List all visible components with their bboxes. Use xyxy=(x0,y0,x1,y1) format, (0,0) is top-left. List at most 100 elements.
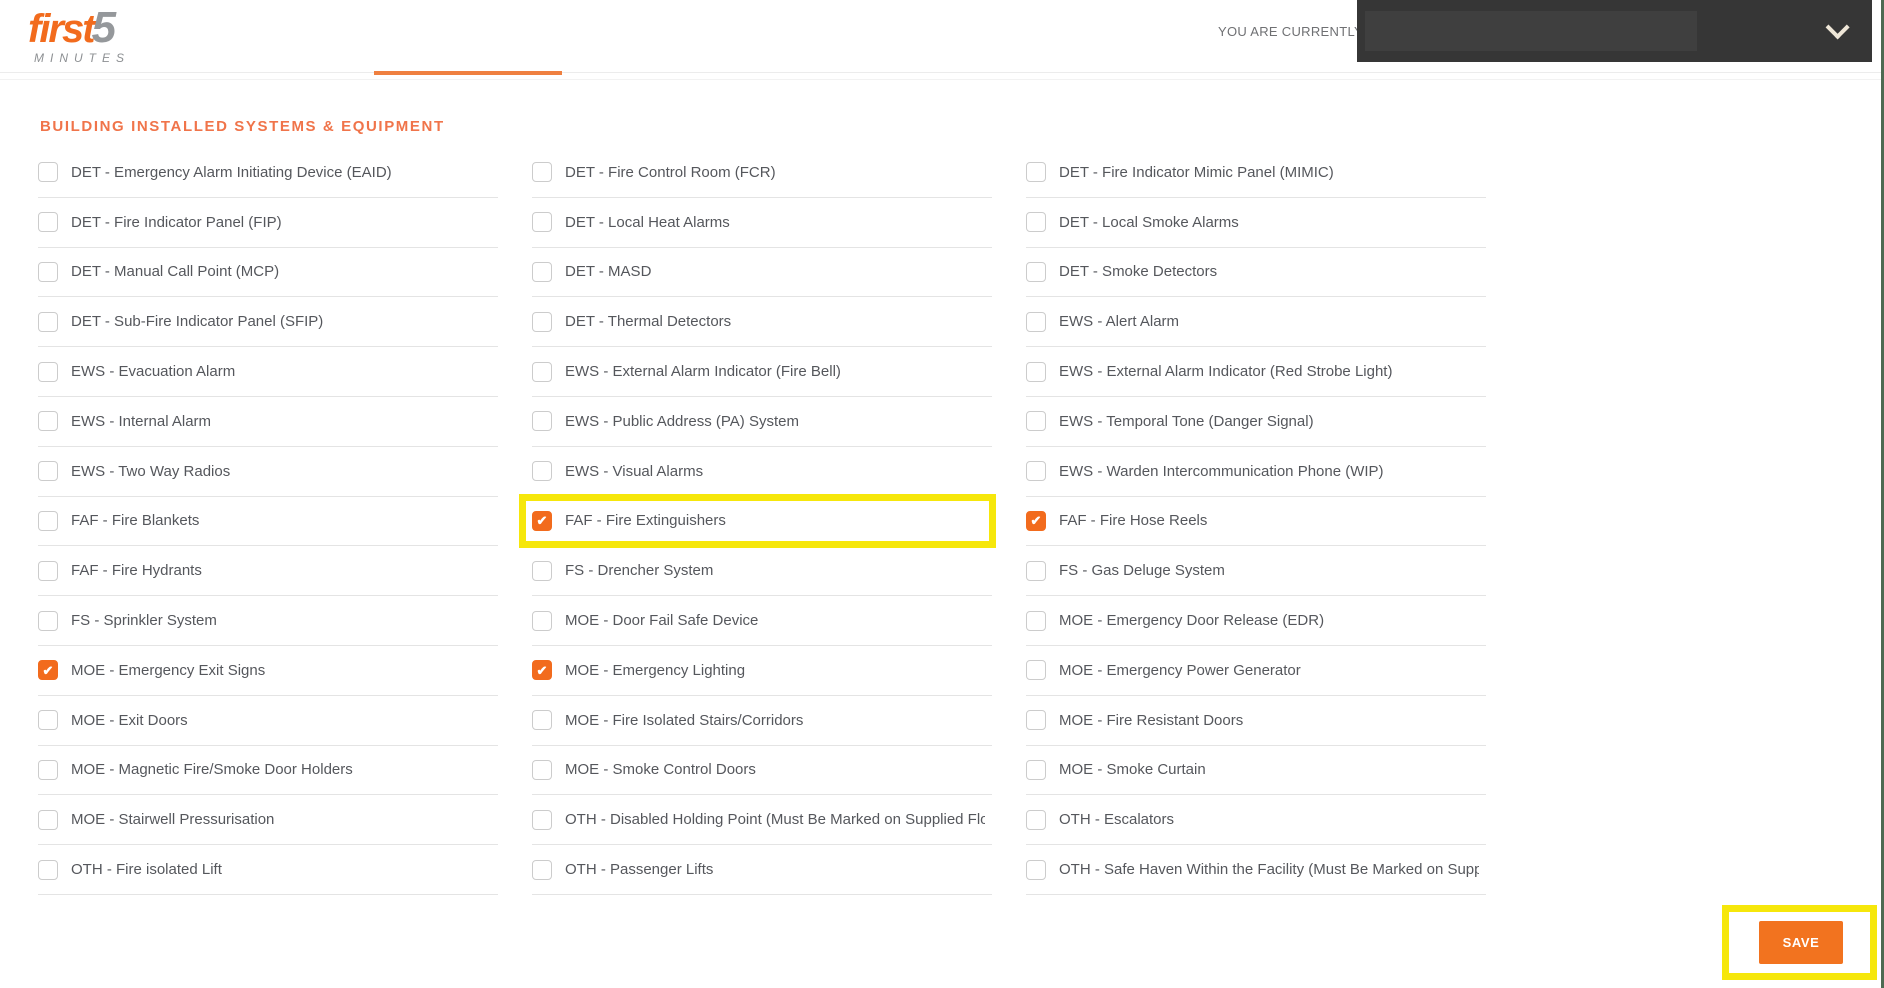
equipment-row-highlighted: ✔ FAF - Fire Extinguishers xyxy=(519,493,996,549)
equipment-label: FS - Sprinkler System xyxy=(71,612,217,630)
equipment-row: ✔ FAF - Fire Hose Reels xyxy=(1026,497,1486,547)
equipment-label: MOE - Exit Doors xyxy=(71,711,188,729)
checkbox-unchecked[interactable] xyxy=(1026,461,1046,482)
page: first5 MINUTES YOU ARE CURRENTLY VIEWING… xyxy=(0,0,1884,988)
checkbox-checked[interactable]: ✔ xyxy=(38,660,58,681)
checkbox-unchecked[interactable] xyxy=(38,859,58,880)
checkbox-unchecked[interactable] xyxy=(38,759,58,780)
checkbox-checked[interactable]: ✔ xyxy=(532,660,552,681)
checkbox-unchecked[interactable] xyxy=(38,510,58,531)
checkbox-unchecked[interactable] xyxy=(532,162,552,183)
checkbox-unchecked[interactable] xyxy=(532,461,552,482)
equipment-row: DET - Smoke Detectors xyxy=(1026,248,1486,298)
checkbox-unchecked[interactable] xyxy=(38,261,58,282)
equipment-row: DET - Thermal Detectors xyxy=(532,297,992,348)
checkbox-unchecked[interactable] xyxy=(1026,710,1046,731)
checkbox-unchecked[interactable] xyxy=(532,311,552,332)
checkbox-unchecked[interactable] xyxy=(532,610,552,631)
checkbox-unchecked[interactable] xyxy=(38,162,58,183)
selected-account-value xyxy=(1365,11,1697,51)
equipment-row: OTH - Fire isolated Lift xyxy=(38,845,498,895)
equipment-label: MOE - Magnetic Fire/Smoke Door Holders xyxy=(71,761,353,779)
equipment-label: MOE - Emergency Exit Signs xyxy=(71,661,266,679)
checkbox-unchecked[interactable] xyxy=(1026,261,1046,282)
equipment-row: OTH - Safe Haven Within the Facility (Mu… xyxy=(1026,845,1486,895)
checkbox-checked[interactable]: ✔ xyxy=(532,510,552,531)
equipment-row: DET - Emergency Alarm Initiating Device … xyxy=(38,148,498,198)
save-button[interactable]: SAVE xyxy=(1759,921,1843,964)
equipment-label: MOE - Stairwell Pressurisation xyxy=(71,811,275,829)
active-tab-indicator xyxy=(374,71,562,75)
equipment-row: EWS - Alert Alarm xyxy=(1026,297,1486,348)
checkbox-unchecked[interactable] xyxy=(532,710,552,731)
equipment-row: EWS - Warden Intercommunication Phone (W… xyxy=(1026,447,1486,497)
equipment-label: DET - Thermal Detectors xyxy=(565,313,732,331)
equipment-row: DET - Local Heat Alarms xyxy=(532,198,992,248)
account-selector-dropdown[interactable] xyxy=(1357,0,1872,62)
checkbox-unchecked[interactable] xyxy=(1026,361,1046,382)
checkbox-unchecked[interactable] xyxy=(38,809,58,830)
equipment-row: DET - MASD xyxy=(532,248,992,298)
equipment-row: FS - Sprinkler System xyxy=(38,596,498,646)
equipment-label: DET - Local Heat Alarms xyxy=(565,213,730,231)
section-title: BUILDING INSTALLED SYSTEMS & EQUIPMENT xyxy=(40,118,445,135)
checkbox-checked[interactable]: ✔ xyxy=(1026,510,1046,531)
equipment-row: DET - Fire Indicator Panel (FIP) xyxy=(38,198,498,248)
equipment-row: EWS - Visual Alarms xyxy=(532,447,992,497)
checkbox-unchecked[interactable] xyxy=(38,311,58,332)
equipment-row: EWS - Temporal Tone (Danger Signal) xyxy=(1026,397,1486,447)
checkbox-unchecked[interactable] xyxy=(1026,411,1046,432)
equipment-row: EWS - Public Address (PA) System xyxy=(532,397,992,447)
checkbox-unchecked[interactable] xyxy=(38,710,58,731)
equipment-row: EWS - Internal Alarm xyxy=(38,397,498,447)
equipment-label: FS - Drencher System xyxy=(565,562,714,580)
checkbox-unchecked[interactable] xyxy=(1026,610,1046,631)
equipment-row: DET - Sub-Fire Indicator Panel (SFIP) xyxy=(38,297,498,348)
checkbox-unchecked[interactable] xyxy=(532,560,552,581)
checkbox-unchecked[interactable] xyxy=(38,411,58,432)
checkbox-unchecked[interactable] xyxy=(532,261,552,282)
equipment-label: EWS - External Alarm Indicator (Red Stro… xyxy=(1059,363,1393,381)
equipment-row: DET - Manual Call Point (MCP) xyxy=(38,248,498,298)
checkbox-unchecked[interactable] xyxy=(1026,560,1046,581)
checkbox-unchecked[interactable] xyxy=(532,411,552,432)
checkbox-unchecked[interactable] xyxy=(1026,660,1046,681)
equipment-label: FS - Gas Deluge System xyxy=(1059,562,1225,580)
equipment-label: OTH - Passenger Lifts xyxy=(565,861,714,879)
chevron-down-icon xyxy=(1825,15,1850,40)
equipment-label: EWS - Internal Alarm xyxy=(71,412,212,430)
equipment-label: MOE - Fire Isolated Stairs/Corridors xyxy=(565,711,804,729)
first5minutes-logo[interactable]: first5 MINUTES xyxy=(28,6,130,65)
equipment-label: DET - Smoke Detectors xyxy=(1059,263,1218,281)
checkbox-unchecked[interactable] xyxy=(1026,759,1046,780)
equipment-label: MOE - Fire Resistant Doors xyxy=(1059,711,1244,729)
checkbox-unchecked[interactable] xyxy=(38,461,58,482)
checkbox-unchecked[interactable] xyxy=(1026,311,1046,332)
equipment-label: DET - Fire Indicator Mimic Panel (MIMIC) xyxy=(1059,163,1334,181)
checkbox-unchecked[interactable] xyxy=(1026,212,1046,233)
equipment-label: FAF - Fire Extinguishers xyxy=(565,512,726,530)
equipment-row: ✔ MOE - Emergency Exit Signs xyxy=(38,646,498,696)
checkbox-unchecked[interactable] xyxy=(532,809,552,830)
checkbox-unchecked[interactable] xyxy=(1026,162,1046,183)
equipment-label: MOE - Door Fail Safe Device xyxy=(565,612,759,630)
equipment-row: FAF - Fire Hydrants xyxy=(38,546,498,597)
equipment-row: EWS - Evacuation Alarm xyxy=(38,347,498,397)
equipment-row: OTH - Passenger Lifts xyxy=(532,845,992,895)
checkbox-unchecked[interactable] xyxy=(1026,859,1046,880)
equipment-label: DET - Emergency Alarm Initiating Device … xyxy=(71,163,392,181)
checkbox-unchecked[interactable] xyxy=(532,361,552,382)
checkbox-unchecked[interactable] xyxy=(532,859,552,880)
equipment-row: FAF - Fire Blankets xyxy=(38,497,498,547)
checkbox-unchecked[interactable] xyxy=(38,212,58,233)
checkbox-unchecked[interactable] xyxy=(38,361,58,382)
checkbox-unchecked[interactable] xyxy=(1026,809,1046,830)
equipment-row: FS - Gas Deluge System xyxy=(1026,546,1486,597)
checkbox-unchecked[interactable] xyxy=(38,610,58,631)
equipment-label: FAF - Fire Blankets xyxy=(71,512,200,530)
checkbox-unchecked[interactable] xyxy=(532,759,552,780)
equipment-label: DET - MASD xyxy=(565,263,652,281)
equipment-label: MOE - Emergency Door Release (EDR) xyxy=(1059,612,1325,630)
checkbox-unchecked[interactable] xyxy=(38,560,58,581)
checkbox-unchecked[interactable] xyxy=(532,212,552,233)
